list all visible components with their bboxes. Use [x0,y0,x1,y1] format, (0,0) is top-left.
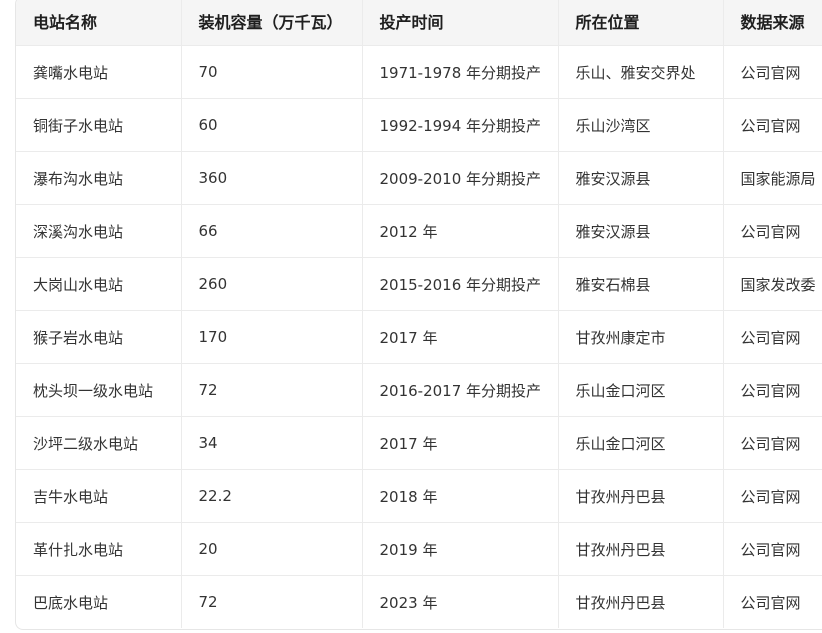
header-capacity: 装机容量（万千瓦） [181,0,363,46]
cell-capacity: 20 [181,522,363,576]
table-row: 深溪沟水电站 66 2012 年 雅安汉源县 公司官网 [16,204,822,258]
cell-station-name: 吉牛水电站 [16,469,182,523]
cell-station-name: 巴底水电站 [16,575,182,628]
cell-data-source: 公司官网 [723,522,822,576]
cell-commission-time: 1992-1994 年分期投产 [362,98,559,152]
cell-data-source: 公司官网 [723,416,822,470]
cell-commission-time: 2023 年 [362,575,559,628]
header-data-source: 数据来源 [723,0,822,46]
cell-data-source: 国家发改委 [723,257,822,311]
cell-capacity: 66 [181,204,363,258]
cell-data-source: 公司官网 [723,204,822,258]
table-row: 吉牛水电站 22.2 2018 年 甘孜州丹巴县 公司官网 [16,469,822,523]
table-row: 铜街子水电站 60 1992-1994 年分期投产 乐山沙湾区 公司官网 [16,98,822,152]
cell-station-name: 瀑布沟水电站 [16,151,182,205]
cell-location: 乐山金口河区 [558,363,724,417]
cell-commission-time: 2012 年 [362,204,559,258]
cell-data-source: 公司官网 [723,575,822,628]
cell-commission-time: 2009-2010 年分期投产 [362,151,559,205]
table-row: 巴底水电站 72 2023 年 甘孜州丹巴县 公司官网 [16,575,822,628]
cell-capacity: 260 [181,257,363,311]
cell-capacity: 360 [181,151,363,205]
cell-station-name: 铜街子水电站 [16,98,182,152]
cell-location: 乐山、雅安交界处 [558,45,724,99]
cell-commission-time: 2017 年 [362,310,559,364]
table-row: 瀑布沟水电站 360 2009-2010 年分期投产 雅安汉源县 国家能源局 [16,151,822,205]
cell-station-name: 大岗山水电站 [16,257,182,311]
table-row: 大岗山水电站 260 2015-2016 年分期投产 雅安石棉县 国家发改委 [16,257,822,311]
table-row: 枕头坝一级水电站 72 2016-2017 年分期投产 乐山金口河区 公司官网 [16,363,822,417]
cell-station-name: 深溪沟水电站 [16,204,182,258]
table-row: 龚嘴水电站 70 1971-1978 年分期投产 乐山、雅安交界处 公司官网 [16,45,822,99]
cell-commission-time: 2019 年 [362,522,559,576]
cell-location: 甘孜州康定市 [558,310,724,364]
cell-location: 雅安汉源县 [558,204,724,258]
cell-station-name: 沙坪二级水电站 [16,416,182,470]
cell-capacity: 70 [181,45,363,99]
cell-data-source: 公司官网 [723,98,822,152]
cell-commission-time: 2015-2016 年分期投产 [362,257,559,311]
cell-capacity: 72 [181,575,363,628]
header-station-name: 电站名称 [16,0,182,46]
cell-location: 甘孜州丹巴县 [558,575,724,628]
cell-location: 乐山金口河区 [558,416,724,470]
cell-commission-time: 2016-2017 年分期投产 [362,363,559,417]
cell-data-source: 公司官网 [723,310,822,364]
cell-data-source: 公司官网 [723,363,822,417]
header-commission-time: 投产时间 [362,0,559,46]
cell-station-name: 龚嘴水电站 [16,45,182,99]
table-container[interactable]: 电站名称 装机容量（万千瓦） 投产时间 所在位置 数据来源 龚嘴水电站 70 1… [15,0,822,630]
cell-station-name: 枕头坝一级水电站 [16,363,182,417]
cell-data-source: 公司官网 [723,45,822,99]
hydropower-station-table: 电站名称 装机容量（万千瓦） 投产时间 所在位置 数据来源 龚嘴水电站 70 1… [16,0,822,628]
cell-commission-time: 2018 年 [362,469,559,523]
cell-commission-time: 1971-1978 年分期投产 [362,45,559,99]
cell-capacity: 60 [181,98,363,152]
cell-capacity: 22.2 [181,469,363,523]
cell-capacity: 72 [181,363,363,417]
cell-location: 甘孜州丹巴县 [558,469,724,523]
cell-location: 甘孜州丹巴县 [558,522,724,576]
cell-location: 乐山沙湾区 [558,98,724,152]
cell-commission-time: 2017 年 [362,416,559,470]
table-row: 猴子岩水电站 170 2017 年 甘孜州康定市 公司官网 [16,310,822,364]
table-header-row: 电站名称 装机容量（万千瓦） 投产时间 所在位置 数据来源 [16,0,822,46]
table-row: 沙坪二级水电站 34 2017 年 乐山金口河区 公司官网 [16,416,822,470]
header-location: 所在位置 [558,0,724,46]
cell-location: 雅安汉源县 [558,151,724,205]
cell-station-name: 革什扎水电站 [16,522,182,576]
cell-data-source: 国家能源局 [723,151,822,205]
table-row: 革什扎水电站 20 2019 年 甘孜州丹巴县 公司官网 [16,522,822,576]
cell-station-name: 猴子岩水电站 [16,310,182,364]
cell-location: 雅安石棉县 [558,257,724,311]
cell-capacity: 34 [181,416,363,470]
cell-capacity: 170 [181,310,363,364]
cell-data-source: 公司官网 [723,469,822,523]
